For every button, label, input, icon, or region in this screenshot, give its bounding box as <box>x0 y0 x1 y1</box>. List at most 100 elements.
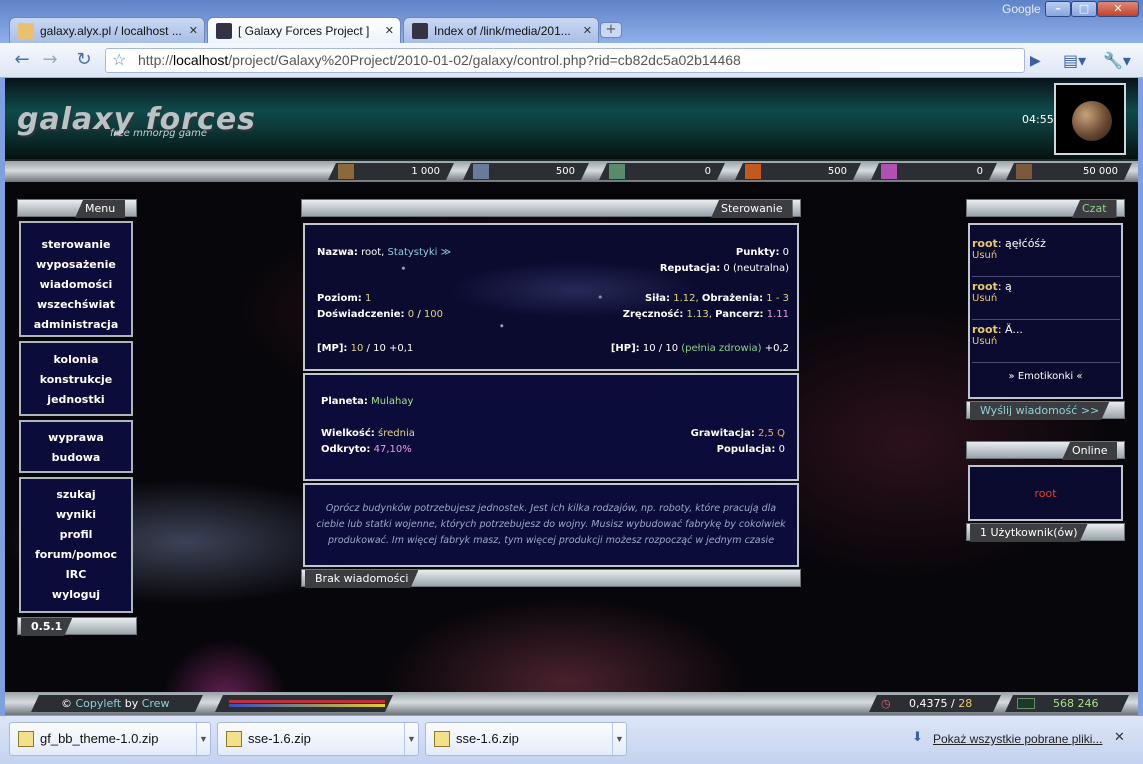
close-tab-icon[interactable]: ✕ <box>385 24 394 37</box>
points-row: Punkty: 0 <box>736 247 789 258</box>
bookmark-star-icon[interactable]: ☆ <box>112 49 126 72</box>
planet-icon <box>1072 101 1112 141</box>
menu-wyloguj[interactable]: wyloguj <box>21 585 131 605</box>
menu-kolonia[interactable]: kolonia <box>21 350 131 370</box>
character-stats-box: Nazwa: root, Statystyki ≫ Punkty: 0 Repu… <box>303 223 799 371</box>
size-row: Wielkość: średnia <box>321 428 415 439</box>
name-row: Nazwa: root, Statystyki ≫ <box>317 247 451 258</box>
close-window-button[interactable]: ✕ <box>1097 1 1139 17</box>
render-time: 0,4375 <box>909 697 948 710</box>
no-messages-label: Brak wiadomości <box>305 570 418 588</box>
browser-toolbar: ← → ↻ ☆ http://localhost/project/Galaxy%… <box>0 43 1143 78</box>
menu-konstrukcje[interactable]: konstrukcje <box>21 370 131 390</box>
close-tab-icon[interactable]: ✕ <box>189 24 198 37</box>
chat-user[interactable]: root <box>972 280 998 293</box>
population-row: Populacja: 0 <box>717 444 785 455</box>
url-scheme: http:// <box>138 52 174 68</box>
dexterity-value: 1.13, <box>686 309 712 320</box>
experience-row: Doświadczenie: 0 / 100 <box>317 309 443 320</box>
progress-segment <box>215 695 393 712</box>
menu-szukaj[interactable]: szukaj <box>21 485 131 505</box>
reputation-label: Reputacja: <box>659 263 721 274</box>
online-panel: Online root 1 Użytkownik(ów) <box>966 441 1125 545</box>
level-value: 1 <box>364 293 372 304</box>
planet-value[interactable]: Mulahay <box>371 396 413 407</box>
crew-link[interactable]: Crew <box>142 697 170 710</box>
download-item[interactable]: gf_bb_theme-1.0.zip ▼ <box>9 722 211 756</box>
by-text: by <box>124 697 139 710</box>
maximize-button[interactable]: □ <box>1071 1 1097 17</box>
copyleft-segment: © Copyleft by Crew <box>31 695 203 712</box>
size-value: średnia <box>378 428 415 439</box>
copyleft-link[interactable]: Copyleft <box>76 697 122 710</box>
zip-file-icon <box>434 731 450 747</box>
chat-text: : ąęłćóśż <box>997 237 1046 250</box>
menu-wszechswiat[interactable]: wszechświat <box>21 295 131 315</box>
visit-counter: 568 246 <box>1053 697 1099 710</box>
counter-segment: 568 246 <box>1005 695 1129 712</box>
send-message-button[interactable]: Wyślij wiadomość >> <box>970 402 1109 420</box>
chat-message: root: ą Usuń <box>972 280 1120 320</box>
mp-value: 10 <box>350 343 364 354</box>
menu-irc[interactable]: IRC <box>21 565 131 585</box>
back-arrow-icon[interactable]: ← <box>10 49 34 73</box>
online-user[interactable]: root <box>970 487 1121 500</box>
chat-user[interactable]: root <box>972 323 998 336</box>
planet-thumbnail[interactable] <box>1054 83 1126 155</box>
minimize-button[interactable]: – <box>1045 1 1071 17</box>
chevron-down-icon[interactable]: ▼ <box>404 723 418 755</box>
name-value: root, <box>361 247 385 258</box>
chevron-down-icon[interactable]: ▼ <box>612 723 626 755</box>
close-shelf-icon[interactable]: ✕ <box>1114 730 1125 745</box>
chevron-down-icon[interactable]: ▼ <box>196 723 210 755</box>
menu-jednostki[interactable]: jednostki <box>21 390 131 410</box>
show-all-downloads-link[interactable]: Pokaż wszystkie pobrane pliki... <box>933 732 1102 746</box>
download-filename: sse-1.6.zip <box>456 731 519 746</box>
browser-window: galaxy.alyx.pl / localhost ... ✕ [ Galax… <box>0 0 1143 764</box>
menu-budowa[interactable]: budowa <box>21 448 131 468</box>
new-tab-button[interactable]: + <box>600 22 622 38</box>
close-tab-icon[interactable]: ✕ <box>583 24 592 37</box>
resource-icon <box>338 164 354 179</box>
menu-wyprawa[interactable]: wyprawa <box>21 428 131 448</box>
resource-value: 0 <box>704 166 711 177</box>
resource-1: 1 000 <box>328 163 454 180</box>
dexterity-label: Zręczność: <box>622 309 684 320</box>
address-bar[interactable]: ☆ http://localhost/project/Galaxy%20Proj… <box>105 48 1025 73</box>
stats-link[interactable]: Statystyki ≫ <box>388 247 452 258</box>
menu-wyniki[interactable]: wyniki <box>21 505 131 525</box>
menu-administracja[interactable]: administracja <box>21 315 131 335</box>
zip-file-icon <box>18 731 34 747</box>
menu-forum-pomoc[interactable]: forum/pomoc <box>21 545 131 565</box>
name-label: Nazwa: <box>317 247 358 258</box>
download-item[interactable]: sse-1.6.zip ▼ <box>217 722 419 756</box>
remove-message-link[interactable]: Usuń <box>972 250 1120 261</box>
reload-icon[interactable]: ↻ <box>72 49 96 73</box>
download-filename: gf_bb_theme-1.0.zip <box>40 731 159 746</box>
page-content: galaxy forces free mmorpg game 04:55 1 0… <box>5 78 1138 715</box>
menu-group-2: kolonia konstrukcje jednostki <box>19 341 133 416</box>
zip-file-icon <box>226 731 242 747</box>
wrench-menu-icon[interactable]: 🔧▾ <box>1103 51 1131 70</box>
experience-value: 0 <box>407 309 415 320</box>
chat-user[interactable]: root <box>972 237 998 250</box>
download-item[interactable]: sse-1.6.zip ▼ <box>425 722 627 756</box>
hp-label: [HP]: <box>610 343 640 354</box>
menu-group-3: wyprawa budowa <box>19 420 133 473</box>
tab-index-media[interactable]: Index of /link/media/201... ✕ <box>403 17 599 43</box>
menu-wiadomosci[interactable]: wiadomości <box>21 275 131 295</box>
remove-message-link[interactable]: Usuń <box>972 293 1120 304</box>
remove-message-link[interactable]: Usuń <box>972 336 1120 347</box>
population-value: 0 <box>778 444 785 455</box>
tab-galaxy-forces[interactable]: [ Galaxy Forces Project ] ✕ <box>207 17 401 43</box>
forward-arrow-icon[interactable]: → <box>38 49 62 73</box>
strength-label: Siła: <box>644 293 671 304</box>
menu-profil[interactable]: profil <box>21 525 131 545</box>
points-value: 0 <box>782 247 789 258</box>
menu-wyposazenie[interactable]: wyposażenie <box>21 255 131 275</box>
go-arrow-icon[interactable]: ▶ <box>1030 53 1041 69</box>
menu-sterowanie[interactable]: sterowanie <box>21 235 131 255</box>
emoticons-link[interactable]: » Emotikonki « <box>970 371 1121 382</box>
tab-galaxy-alyx[interactable]: galaxy.alyx.pl / localhost ... ✕ <box>9 17 205 43</box>
page-menu-icon[interactable]: ▤▾ <box>1063 51 1086 70</box>
